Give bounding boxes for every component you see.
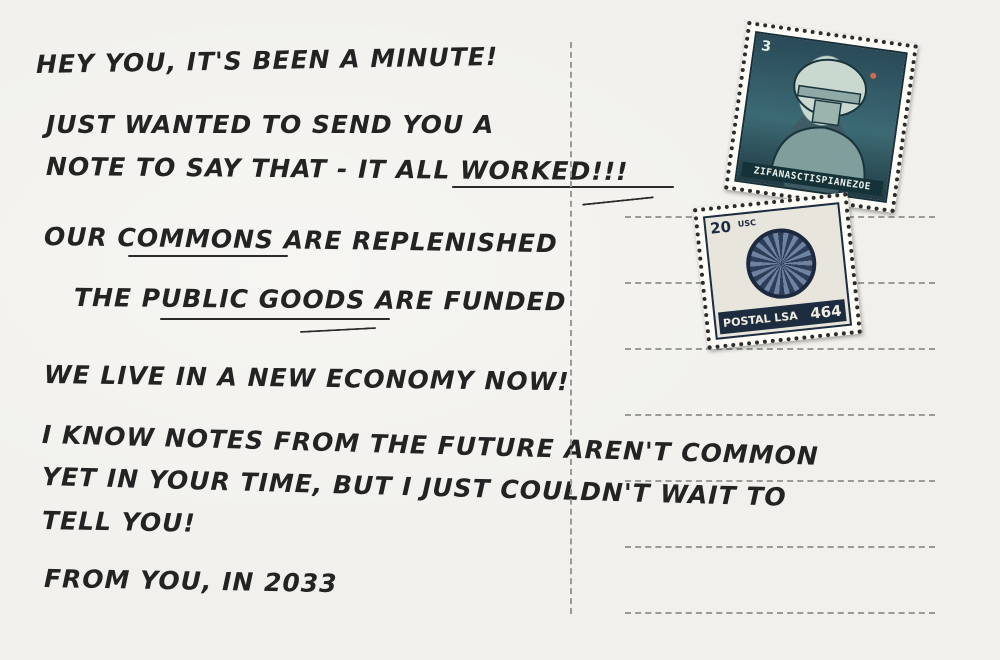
- underline-commons: [128, 255, 288, 257]
- underline-public-goods-tail: [299, 327, 377, 333]
- message-line-2: NOTE TO SAY THAT - IT ALL WORKED!!!: [45, 152, 629, 187]
- underline-all-worked: [452, 186, 674, 188]
- address-line: [625, 414, 935, 416]
- message-line-8: TELL YOU!: [41, 506, 197, 538]
- address-line: [625, 480, 935, 482]
- address-line: [625, 612, 935, 614]
- globe-stamp-denomination: 20: [709, 217, 732, 238]
- postcard-divider: [570, 42, 572, 614]
- robot-stamp-art: 3 ZIFANASCTISPIANEZOE: [734, 31, 908, 203]
- robot-stamp: 3 ZIFANASCTISPIANEZOE: [724, 20, 918, 214]
- underline-public-goods: [160, 318, 390, 320]
- message-line-7: YET IN YOUR TIME, BUT I JUST COULDN'T WA…: [41, 462, 788, 512]
- signoff-line: FROM YOU, IN 2033: [43, 564, 338, 599]
- globe-stamp-caption-bar: POSTAL LSA 464: [718, 299, 847, 335]
- globe-icon: [742, 225, 820, 303]
- globe-stamp-mark: USC: [737, 218, 757, 229]
- address-line: [625, 546, 935, 548]
- message-line-3: OUR COMMONS ARE REPLENISHED: [43, 222, 558, 259]
- underline-all-worked-tail: [582, 196, 654, 206]
- message-line-5: WE LIVE IN A NEW ECONOMY NOW!: [43, 360, 570, 397]
- globe-stamp-caption: POSTAL LSA: [722, 308, 799, 330]
- message-line-6: I KNOW NOTES FROM THE FUTURE AREN'T COMM…: [41, 420, 820, 471]
- message-line-4: THE PUBLIC GOODS ARE FUNDED: [73, 283, 567, 317]
- greeting-line: HEY YOU, IT'S BEEN A MINUTE!: [35, 41, 499, 79]
- globe-stamp: 20 USC POSTAL LSA 464: [693, 192, 862, 350]
- postcard: HEY YOU, IT'S BEEN A MINUTE! JUST WANTED…: [0, 0, 1000, 660]
- message-line-1: JUST WANTED TO SEND YOU A: [46, 110, 495, 139]
- globe-stamp-value: 464: [809, 301, 843, 323]
- address-line: [625, 348, 935, 350]
- globe-stamp-art: 20 USC POSTAL LSA 464: [702, 202, 853, 340]
